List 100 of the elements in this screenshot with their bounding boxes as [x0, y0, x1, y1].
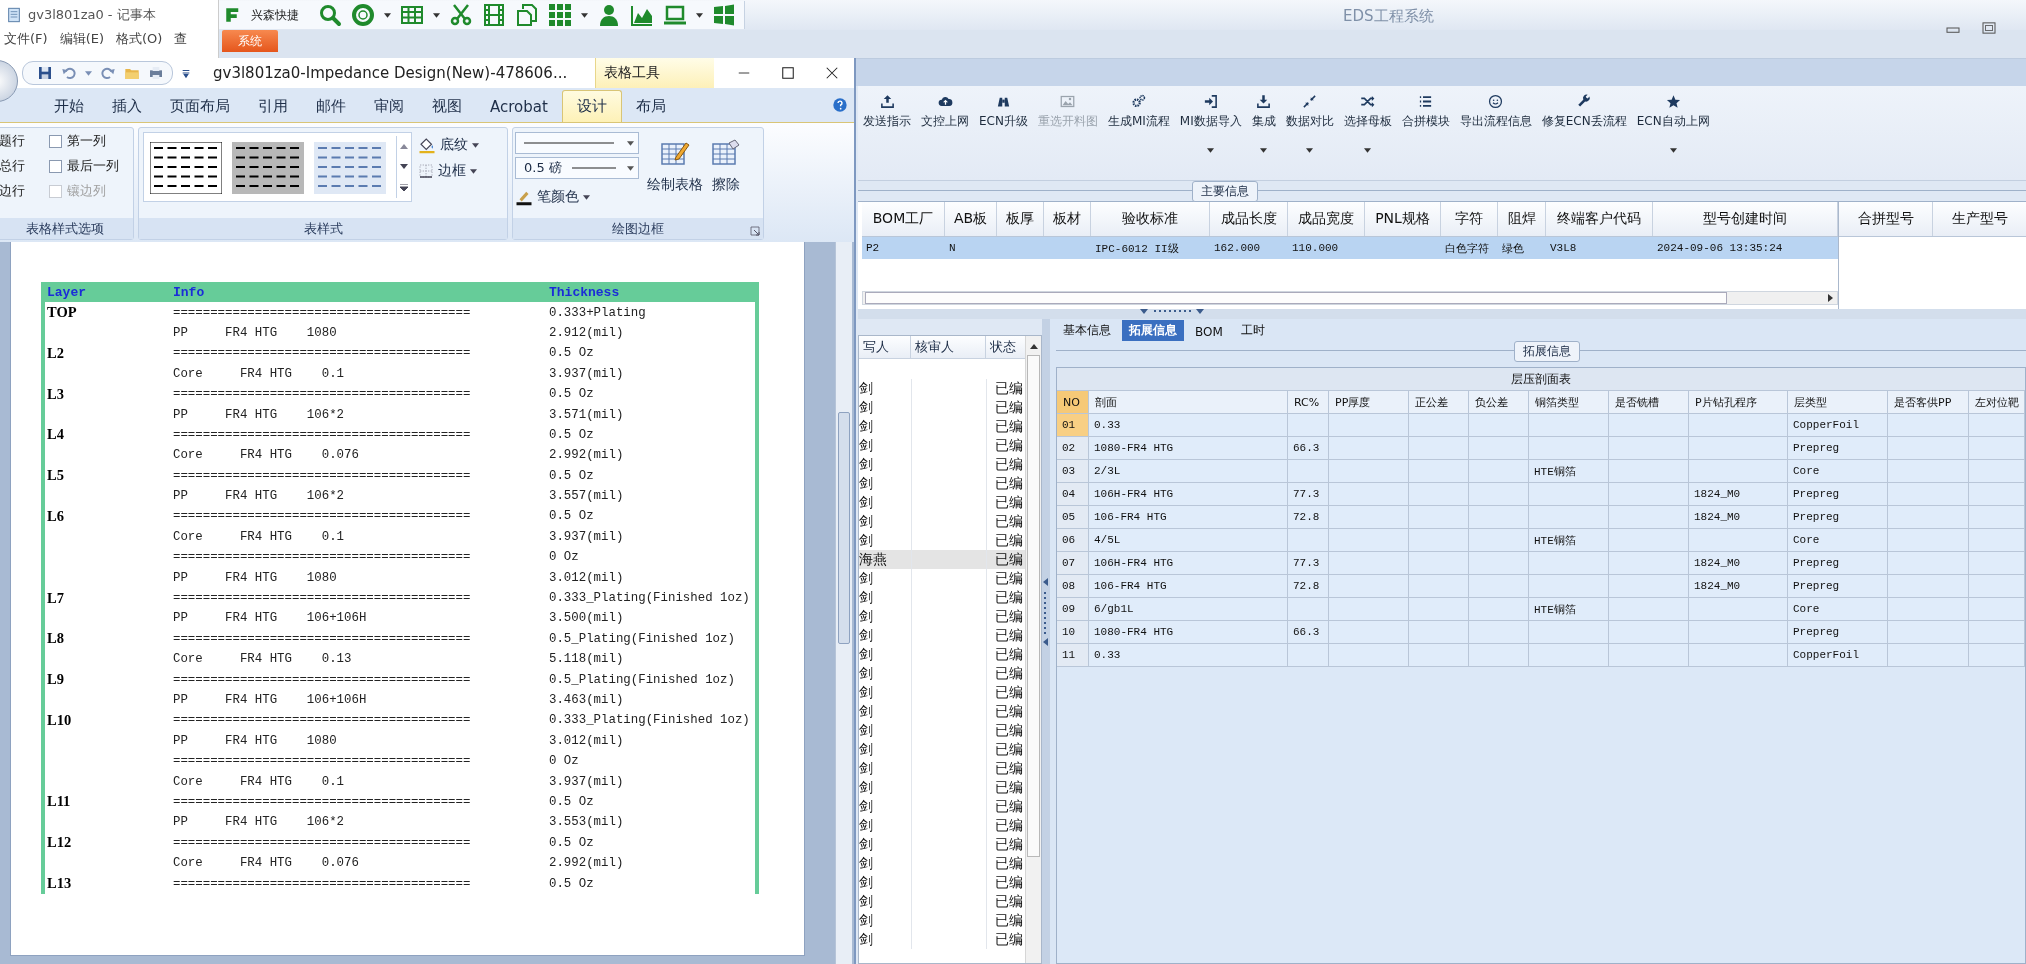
toolbar-button[interactable]: 修复ECN丢流程	[1536, 92, 1632, 141]
film-icon[interactable]	[482, 3, 506, 27]
draw-table-button[interactable]: 绘制表格	[647, 132, 703, 218]
eraser-button[interactable]: 擦除	[711, 132, 741, 218]
shading-button[interactable]: 底纹	[418, 136, 479, 154]
table-cell[interactable]: 03	[1057, 460, 1089, 483]
toolbar-button[interactable]: 生成MI流程	[1102, 92, 1175, 141]
pen-color-button[interactable]: 笔颜色	[515, 188, 639, 206]
scroll-up-icon[interactable]	[1029, 344, 1038, 349]
column-header[interactable]: 阻焊	[1498, 202, 1546, 236]
toolbar-button[interactable]: 发送指示	[858, 92, 916, 141]
column-header[interactable]: 板厚	[997, 202, 1044, 236]
ribbon-tab[interactable]: 引用	[244, 91, 302, 122]
menu-item[interactable]: 格式(O)	[116, 30, 163, 48]
save-icon[interactable]	[37, 65, 53, 81]
line-weight-dropdown[interactable]: 0.5 磅	[515, 157, 639, 179]
toolbar-button[interactable]: 集成	[1246, 92, 1281, 155]
scissors-icon[interactable]	[449, 3, 473, 27]
table-cell[interactable]: 02	[1057, 437, 1089, 460]
column-header[interactable]: 成品长度	[1210, 202, 1288, 236]
table-style-thumbnail[interactable]	[150, 142, 222, 194]
tab[interactable]: 基本信息	[1056, 320, 1118, 341]
close-icon[interactable]	[825, 66, 839, 80]
ribbon-tab[interactable]: 插入	[98, 91, 156, 122]
menu-item[interactable]: 编辑(E)	[59, 30, 104, 48]
customize-icon[interactable]	[181, 67, 191, 79]
vertical-scrollbar[interactable]	[835, 242, 852, 964]
more-icon[interactable]	[400, 183, 408, 191]
borders-button[interactable]: 边框	[418, 162, 479, 180]
table-style-thumbnail[interactable]	[232, 142, 304, 194]
column-header[interactable]: 核审人	[911, 336, 986, 358]
lifebuoy-icon[interactable]	[351, 3, 375, 27]
table-cell[interactable]: 10	[1057, 621, 1089, 644]
vertical-scrollbar[interactable]	[1025, 336, 1041, 963]
column-header[interactable]: NO	[1057, 391, 1089, 414]
table-icon[interactable]	[400, 3, 424, 27]
column-header[interactable]: 合拼型号	[1839, 202, 1933, 236]
column-header[interactable]: 终端客户代码	[1546, 202, 1653, 236]
menu-item[interactable]: 查	[174, 30, 188, 48]
table-row[interactable]: P2 N IPC-6012 II级 162.000 110.000 白色字符 绿色 V3L8 2024-09-06 13:35:24	[862, 237, 1838, 259]
caret-icon[interactable]	[384, 12, 391, 18]
column-header[interactable]: BOM工厂	[862, 202, 945, 236]
toolbar-button[interactable]: 选择母板	[1338, 92, 1397, 155]
table-cell[interactable]: 05	[1057, 506, 1089, 529]
ribbon-tab[interactable]: Acrobat	[476, 92, 562, 122]
area-chart-icon[interactable]	[630, 3, 654, 27]
undo-icon[interactable]	[61, 65, 77, 81]
ribbon-tab[interactable]: 开始	[40, 91, 98, 122]
table-cell[interactable]: 09	[1057, 598, 1089, 621]
ribbon-tab[interactable]: 邮件	[302, 91, 360, 122]
table-cell[interactable]: 06	[1057, 529, 1089, 552]
ribbon-tab[interactable]: 审阅	[360, 91, 418, 122]
toolbar-button[interactable]: ECN升级	[974, 92, 1033, 141]
horizontal-scrollbar[interactable]	[862, 291, 1838, 305]
table-cell[interactable]: 11	[1057, 644, 1089, 667]
toolbar-button[interactable]: 数据对比	[1280, 92, 1339, 155]
column-header[interactable]: 板材	[1044, 202, 1091, 236]
toolbar-button[interactable]: MI数据导入	[1174, 92, 1247, 155]
line-style-dropdown[interactable]	[515, 132, 639, 154]
restore-icon[interactable]	[1982, 22, 1996, 34]
print-preview-icon[interactable]	[148, 65, 164, 81]
ribbon-tab[interactable]: 视图	[418, 91, 476, 122]
caret-icon[interactable]	[581, 12, 588, 18]
table-cell[interactable]: 01	[1057, 414, 1089, 437]
dialog-launcher-icon[interactable]	[750, 226, 760, 236]
ribbon-tab[interactable]: 布局	[621, 91, 680, 122]
redo-icon[interactable]	[100, 65, 116, 81]
checkbox-label[interactable]: 题行	[0, 132, 49, 150]
checkbox-label[interactable]: 边行	[0, 182, 49, 200]
checkbox[interactable]: 最后一列	[49, 157, 119, 175]
column-header[interactable]: 写人	[859, 336, 911, 358]
tab[interactable]: 工时	[1233, 320, 1272, 341]
ribbon-tab[interactable]: 页面布局	[156, 91, 244, 122]
toolbar-button[interactable]: 合拼模块	[1396, 92, 1455, 141]
toolbar-button[interactable]: 导出流程信息	[1454, 92, 1537, 141]
grid-icon[interactable]	[548, 3, 572, 27]
toolbar-button[interactable]: ECN自动上网	[1631, 92, 1715, 155]
laptop-icon[interactable]	[663, 3, 687, 27]
column-header[interactable]: 生产型号	[1933, 202, 2026, 236]
checkbox[interactable]: 第一列	[49, 132, 119, 150]
column-header[interactable]: PNL规格	[1365, 202, 1441, 236]
table-cell[interactable]: 07	[1057, 552, 1089, 575]
column-header[interactable]: 字符	[1441, 202, 1498, 236]
maximize-icon[interactable]	[781, 66, 795, 80]
caret-icon[interactable]	[696, 12, 703, 18]
tab[interactable]: 拓展信息	[1122, 320, 1184, 341]
menu-item[interactable]: 文件(F)	[4, 30, 48, 48]
column-header[interactable]: 型号创建时间	[1653, 202, 1838, 236]
toolbar-button[interactable]: 文控上网	[916, 92, 974, 141]
list-row[interactable]: 海燕 已编	[859, 550, 1026, 569]
windows-icon[interactable]	[712, 3, 736, 27]
tab[interactable]: BOM	[1188, 323, 1230, 341]
column-header[interactable]: AB板	[945, 202, 997, 236]
caret-icon[interactable]	[433, 12, 440, 18]
splitter-grip-icon[interactable]	[1140, 309, 1204, 315]
scroll-right-icon[interactable]	[1828, 294, 1833, 302]
table-cell[interactable]: 04	[1057, 483, 1089, 506]
column-header[interactable]: 成品宽度	[1288, 202, 1365, 236]
help-icon[interactable]	[832, 97, 848, 113]
person-icon[interactable]	[597, 3, 621, 27]
